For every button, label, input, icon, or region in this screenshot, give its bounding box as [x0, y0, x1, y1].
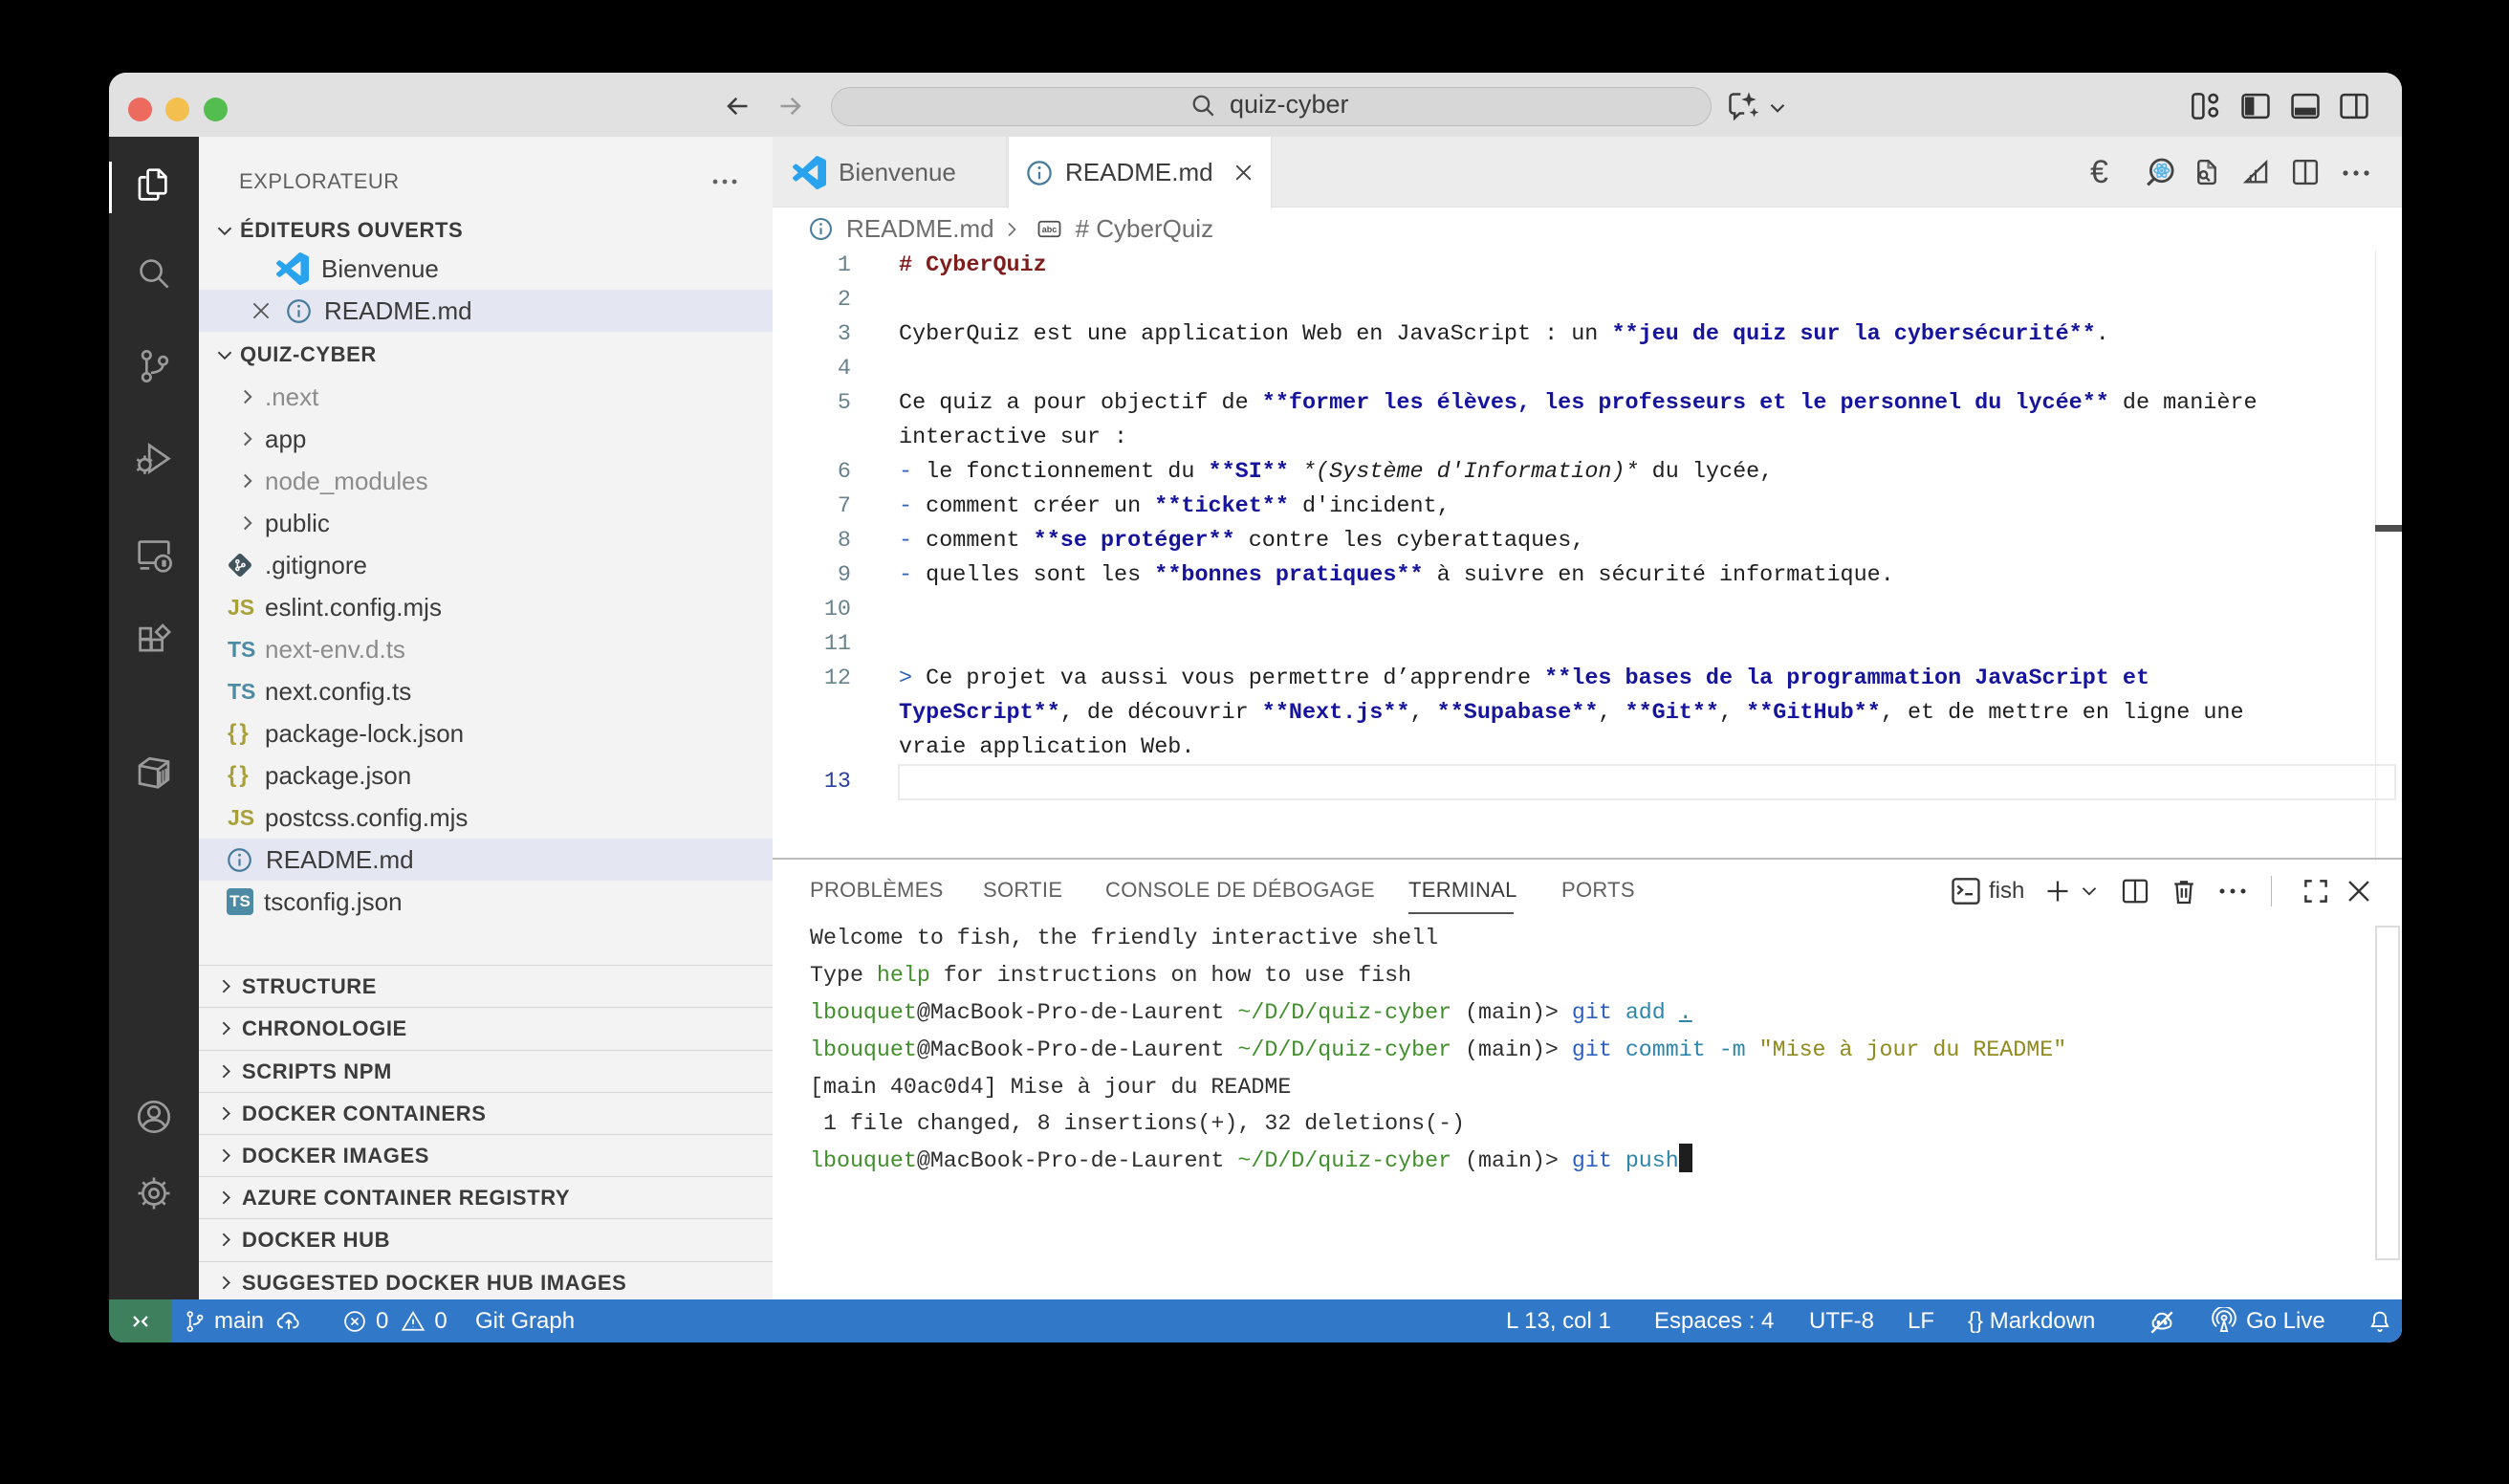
svg-text:abc: abc	[1041, 225, 1057, 234]
